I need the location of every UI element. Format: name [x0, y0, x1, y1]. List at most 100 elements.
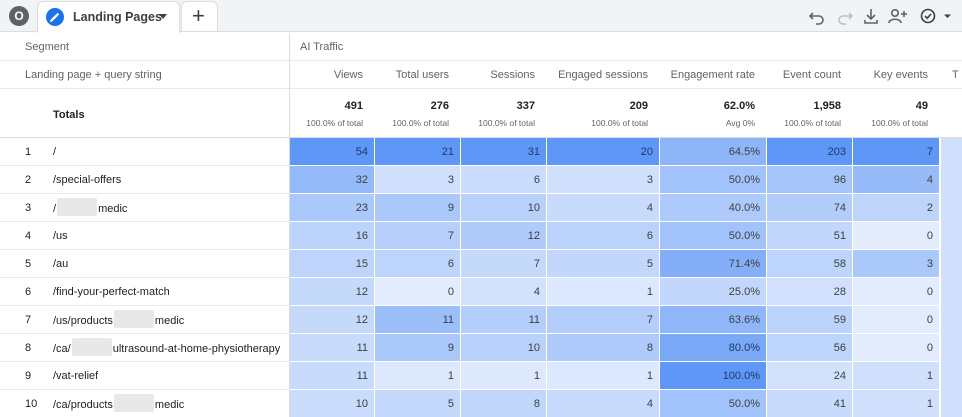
landing-page-text: /ca/ [53, 342, 71, 355]
column-header-engaged-sessions[interactable]: Engaged sessions [547, 69, 648, 81]
total-total-users: 276 [430, 100, 449, 112]
table-row[interactable]: 1 / 54 21 31 20 64.5% 203 7 [0, 138, 962, 166]
cell-event-count: 51 [767, 222, 853, 250]
cell-engaged-sessions: 4 [547, 390, 660, 417]
redacted-text [113, 394, 154, 412]
cell-total-users: 0 [375, 278, 461, 306]
column-header-event-count[interactable]: Event count [767, 69, 841, 81]
landing-page-link[interactable]: /special-offers [53, 174, 121, 186]
landing-page-text: medic [154, 314, 185, 327]
redo-icon[interactable] [836, 5, 854, 27]
cell-sessions: 11 [461, 306, 547, 334]
cell-engagement-rate: 50.0% [660, 222, 767, 250]
cell-key-events: 0 [853, 334, 940, 362]
landing-page-link[interactable]: /ca/ultrasound-at-home-physiotherapy [53, 338, 280, 356]
cell-engagement-rate: 100.0% [660, 362, 767, 390]
cell-engaged-sessions: 1 [547, 362, 660, 390]
header-divider [0, 60, 962, 61]
download-icon[interactable] [862, 5, 880, 27]
table-row[interactable]: 8/ca/ultrasound-at-home-physiotherapy 11 9… [0, 334, 962, 362]
total-sub-views: 100.0% of total [306, 118, 363, 128]
share-icon[interactable] [887, 5, 909, 27]
tab-bar: O Landing Pages + [0, 0, 962, 33]
total-engagement-rate: 62.0% [723, 100, 755, 112]
table-row[interactable]: 2/special-offers 32 3 6 3 50.0% 96 4 [0, 166, 962, 194]
total-event-count: 1,958 [813, 100, 841, 112]
dimension-label[interactable]: Landing page + query string [25, 69, 162, 81]
total-key-events: 49 [915, 100, 928, 112]
landing-page-link[interactable]: /au [53, 258, 68, 270]
chevron-down-icon[interactable] [159, 14, 167, 19]
landing-page-text: /us [53, 230, 68, 242]
cell-event-count: 58 [767, 250, 853, 278]
table-row[interactable]: 4/us 16 7 12 6 50.0% 51 0 [0, 222, 962, 250]
cell-engaged-sessions: 5 [547, 250, 660, 278]
landing-page-link[interactable]: /us [53, 230, 68, 242]
cell-sessions: 10 [461, 334, 547, 362]
landing-page-text: / [53, 146, 57, 158]
cell-key-events: 0 [853, 222, 940, 250]
total-sub-key-events: 100.0% of total [871, 118, 928, 128]
table-row[interactable]: 6/find-your-perfect-match 12 0 4 1 25.0% 28 0 [0, 278, 962, 306]
total-sub-event-count: 100.0% of total [784, 118, 841, 128]
column-header-engagement-rate[interactable]: Engagement rate [660, 69, 755, 81]
account-avatar[interactable]: O [9, 6, 29, 26]
cell-key-events: 1 [853, 362, 940, 390]
table-row[interactable]: 3 / medic 23 9 10 4 40.0% 74 2 [0, 194, 962, 222]
column-header-total-users[interactable]: Total users [375, 69, 449, 81]
header-divider-2 [0, 88, 962, 89]
cell-event-count: 203 [767, 138, 853, 166]
table-row[interactable]: 5/au 15 6 7 5 71.4% 58 3 [0, 250, 962, 278]
cell-total-users: 9 [375, 334, 461, 362]
cell-key-events: 1 [853, 390, 940, 417]
cell-sessions: 10 [461, 194, 547, 222]
segment-label: Segment [25, 41, 70, 53]
row-index: 2 [25, 174, 32, 186]
segment-name[interactable]: AI Traffic [300, 41, 343, 53]
tab-landing-pages[interactable]: Landing Pages [37, 1, 180, 33]
landing-page-text: / [53, 202, 57, 215]
add-tab-button[interactable]: + [181, 1, 218, 31]
column-header-key-events[interactable]: Key events [853, 69, 928, 81]
cell-engaged-sessions: 4 [547, 194, 660, 222]
overflow-column-cell [941, 194, 962, 222]
table-row[interactable]: 10/ca/products medic 10 5 8 4 50.0% 41 1 [0, 390, 962, 417]
landing-page-link[interactable]: / [53, 146, 56, 158]
overflow-column-cell [941, 138, 962, 166]
redacted-text [113, 310, 154, 328]
column-header-sessions[interactable]: Sessions [461, 69, 535, 81]
total-sub-engagement-rate: Avg 0% [725, 118, 755, 128]
row-index: 6 [25, 286, 32, 298]
landing-page-text: /au [53, 258, 69, 270]
landing-page-link[interactable]: /vat-relief [53, 370, 98, 382]
extra-column-header[interactable]: T [952, 69, 959, 81]
cell-key-events: 0 [853, 306, 940, 334]
overflow-column-cell [941, 390, 962, 417]
landing-page-link[interactable]: /find-your-perfect-match [53, 286, 170, 298]
overflow-column-cell [941, 222, 962, 250]
undo-icon[interactable] [808, 5, 826, 27]
status-check-icon[interactable] [918, 5, 954, 27]
landing-page-link[interactable]: /ca/products medic [53, 394, 184, 412]
cell-engagement-rate: 50.0% [660, 390, 767, 417]
pencil-icon [46, 8, 64, 26]
table-row[interactable]: 9/vat-relief 11 1 1 1 100.0% 24 1 [0, 362, 962, 390]
cell-views: 11 [290, 334, 375, 362]
overflow-column-cell [941, 306, 962, 334]
overflow-column-cell [941, 278, 962, 306]
table-row[interactable]: 7/us/products medic 12 11 11 7 63.6% 59 0 [0, 306, 962, 334]
total-sessions: 337 [516, 100, 535, 112]
overflow-column-cell [941, 362, 962, 390]
cell-sessions: 12 [461, 222, 547, 250]
column-header-views[interactable]: Views [290, 69, 363, 81]
cell-views: 23 [290, 194, 375, 222]
cell-sessions: 8 [461, 390, 547, 417]
landing-page-link[interactable]: /us/products medic [53, 310, 185, 328]
cell-key-events: 0 [853, 278, 940, 306]
cell-engaged-sessions: 3 [547, 166, 660, 194]
landing-page-link[interactable]: / medic [53, 198, 127, 216]
cell-total-users: 7 [375, 222, 461, 250]
cell-total-users: 9 [375, 194, 461, 222]
cell-key-events: 3 [853, 250, 940, 278]
cell-engagement-rate: 25.0% [660, 278, 767, 306]
